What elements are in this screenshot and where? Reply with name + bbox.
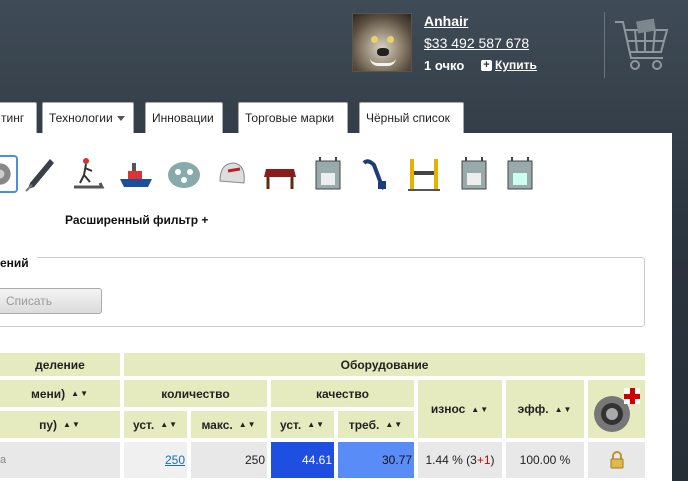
fuel-pump-icon[interactable] <box>358 155 394 193</box>
installed-quality-label: уст. <box>279 417 302 432</box>
lock-icon[interactable] <box>609 451 625 469</box>
car-lift-icon[interactable] <box>406 155 442 193</box>
sort-icon[interactable]: ▲▼ <box>471 405 489 414</box>
installed-qty-label: уст. <box>132 417 155 432</box>
table-row-name[interactable]: а <box>0 442 120 478</box>
installed-quality-cell: 44.61 <box>271 442 334 478</box>
money-link[interactable]: $33 492 587 678 <box>424 35 529 51</box>
repair-header <box>588 380 645 438</box>
cart-icon[interactable] <box>611 12 673 76</box>
tab-trademarks[interactable]: Торговые марки <box>238 102 348 133</box>
username-link[interactable]: Anhair <box>424 13 468 29</box>
tab-blacklist-label: Чёрный список <box>366 111 450 125</box>
helmet-icon[interactable] <box>214 155 250 193</box>
efficiency-header[interactable]: эфф. ▲▼ <box>506 380 584 438</box>
installed-qty-link[interactable]: 250 <box>165 453 185 467</box>
division-header: деление <box>0 353 120 376</box>
sort-icon[interactable]: ▲▼ <box>555 405 573 414</box>
repair-gear-icon[interactable] <box>590 382 644 436</box>
max-qty-header[interactable]: макс. ▲▼ <box>191 411 267 438</box>
quality-header: качество <box>271 380 414 407</box>
wear-header-label: износ <box>430 402 466 416</box>
tab-trademarks-label: Торговые марки <box>245 111 335 125</box>
tab-innovations[interactable]: Инновации <box>145 102 223 133</box>
sort-icon[interactable]: ▲▼ <box>385 420 403 429</box>
ship-icon[interactable] <box>118 155 154 193</box>
points-label: 1 очко <box>424 58 465 73</box>
machine-icon[interactable] <box>502 155 538 193</box>
max-qty-label: макс. <box>201 417 233 432</box>
write-off-button[interactable]: Списать <box>0 288 102 314</box>
name-header-label: мени) <box>30 386 66 401</box>
required-quality-label: треб. <box>348 417 380 432</box>
type-header[interactable]: пу) ▲▼ <box>0 411 120 438</box>
tab-marketing-label: тинг <box>1 111 25 125</box>
wear-cell: 1.44 % (3 +1) <box>418 442 502 478</box>
equipment-header: Оборудование <box>124 353 645 376</box>
gear-icon[interactable] <box>0 155 18 193</box>
machine-icon[interactable] <box>310 155 346 193</box>
wear-header[interactable]: износ ▲▼ <box>418 380 502 438</box>
tab-marketing[interactable]: тинг <box>0 102 37 133</box>
wear-increment: +1 <box>476 453 491 467</box>
installed-quality-header[interactable]: уст. ▲▼ <box>271 411 334 438</box>
sort-icon[interactable]: ▲▼ <box>239 420 257 429</box>
avatar-nose <box>377 48 389 56</box>
tab-blacklist[interactable]: Чёрный список <box>359 102 464 133</box>
header-divider <box>604 12 605 78</box>
sort-icon[interactable]: ▲▼ <box>63 420 81 429</box>
installed-qty-header[interactable]: уст. ▲▼ <box>124 411 187 438</box>
wear-close: ) <box>490 453 495 467</box>
treadmill-icon[interactable] <box>70 155 106 193</box>
tab-innovations-label: Инновации <box>152 111 214 125</box>
efficiency-header-label: эфф. <box>517 402 549 416</box>
advanced-filter-toggle[interactable]: Расширенный фильтр + <box>65 213 208 227</box>
table-icon[interactable] <box>262 155 298 193</box>
film-reel-icon[interactable] <box>166 155 202 193</box>
machine-icon[interactable] <box>456 155 492 193</box>
lock-cell <box>588 442 645 478</box>
installed-qty-cell: 250 <box>124 442 187 478</box>
required-quality-cell: 30.77 <box>338 442 414 478</box>
tab-technologies[interactable]: Технологии <box>42 102 134 133</box>
max-qty-cell: 250 <box>191 442 267 478</box>
tab-technologies-label: Технологии <box>49 111 113 125</box>
efficiency-cell: 100.00 % <box>506 442 584 478</box>
buy-label: Купить <box>495 58 537 72</box>
required-quality-header[interactable]: треб. ▲▼ <box>338 411 414 438</box>
buy-link[interactable]: + Купить <box>481 58 537 72</box>
avatar-eye-right <box>387 36 394 43</box>
avatar-eye-left <box>371 36 378 43</box>
quantity-header: количество <box>124 380 267 407</box>
sort-icon[interactable]: ▲▼ <box>160 420 178 429</box>
drill-icon[interactable] <box>22 155 58 193</box>
plus-icon: + <box>481 59 492 71</box>
name-header[interactable]: мени) ▲▼ <box>0 380 120 407</box>
main-panel: Расширенный фильтр + ений Списать делени… <box>0 133 672 481</box>
sort-icon[interactable]: ▲▼ <box>307 420 325 429</box>
fieldset-legend: ений <box>0 256 37 270</box>
wear-value: 1.44 % (3 <box>425 453 477 467</box>
avatar-mouth <box>370 58 396 66</box>
type-header-label: пу) <box>39 417 58 432</box>
sort-icon[interactable]: ▲▼ <box>71 389 89 398</box>
avatar[interactable] <box>352 13 412 72</box>
chevron-down-icon <box>116 116 125 122</box>
